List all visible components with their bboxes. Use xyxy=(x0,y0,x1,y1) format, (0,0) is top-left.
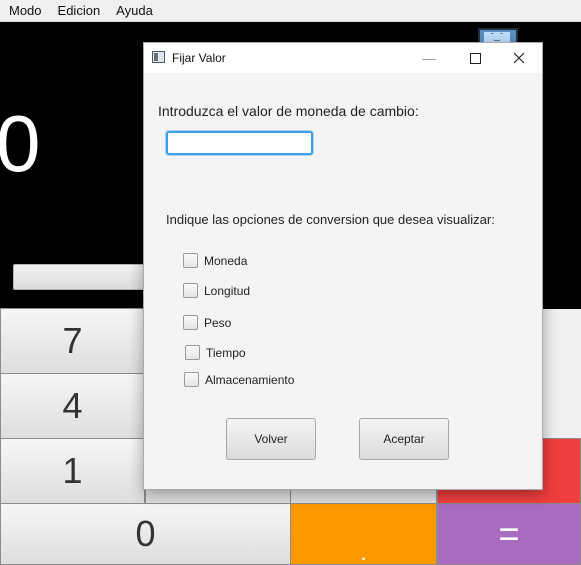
currency-prompt-label: Introduzca el valor de moneda de cambio: xyxy=(158,103,419,119)
fijar-valor-dialog: Fijar Valor — Introduzca el valor de mon… xyxy=(143,42,543,490)
key-decimal[interactable]: . xyxy=(290,503,437,565)
option-moneda[interactable]: Moneda xyxy=(183,253,247,268)
moneda-checkbox[interactable] xyxy=(183,253,198,268)
minimize-icon[interactable]: — xyxy=(406,43,452,73)
key-4[interactable]: 4 xyxy=(0,373,145,439)
key-decimal-label: . xyxy=(360,540,367,565)
option-moneda-label: Moneda xyxy=(204,253,248,268)
key-1[interactable]: 1 xyxy=(0,438,145,504)
volver-button[interactable]: Volver xyxy=(226,418,316,460)
menu-edicion[interactable]: Edicion xyxy=(51,3,108,18)
options-label: Indique las opciones de conversion que d… xyxy=(166,212,495,227)
maximize-icon[interactable] xyxy=(452,43,498,73)
peso-checkbox[interactable] xyxy=(183,315,198,330)
currency-value-input[interactable] xyxy=(166,131,313,155)
option-longitud-label: Longitud xyxy=(204,283,251,298)
window-icon xyxy=(152,51,165,63)
robot-face-icon: ˘‿˘ xyxy=(484,32,510,42)
option-peso[interactable]: Peso xyxy=(183,315,231,330)
close-icon[interactable] xyxy=(496,43,542,73)
option-almacenamiento-label: Almacenamiento xyxy=(205,372,295,387)
key-7[interactable]: 7 xyxy=(0,308,145,374)
key-0[interactable]: 0 xyxy=(0,503,291,565)
display-value: 0 xyxy=(0,99,41,188)
option-longitud[interactable]: Longitud xyxy=(183,283,250,298)
memory-bar[interactable] xyxy=(13,264,155,290)
option-peso-label: Peso xyxy=(204,315,232,330)
menu-ayuda[interactable]: Ayuda xyxy=(109,3,160,18)
key-equals[interactable]: = xyxy=(437,503,581,565)
dialog-title: Fijar Valor xyxy=(172,51,226,65)
menu-bar: Modo Edicion Ayuda xyxy=(0,0,581,22)
option-almacenamiento[interactable]: Almacenamiento xyxy=(184,372,294,387)
tiempo-checkbox[interactable] xyxy=(185,345,200,360)
aceptar-button[interactable]: Aceptar xyxy=(359,418,449,460)
dialog-titlebar[interactable]: Fijar Valor — xyxy=(144,43,542,73)
option-tiempo-label: Tiempo xyxy=(206,345,246,360)
option-tiempo[interactable]: Tiempo xyxy=(185,345,246,360)
longitud-checkbox[interactable] xyxy=(183,283,198,298)
menu-modo[interactable]: Modo xyxy=(2,3,49,18)
almacenamiento-checkbox[interactable] xyxy=(184,372,199,387)
